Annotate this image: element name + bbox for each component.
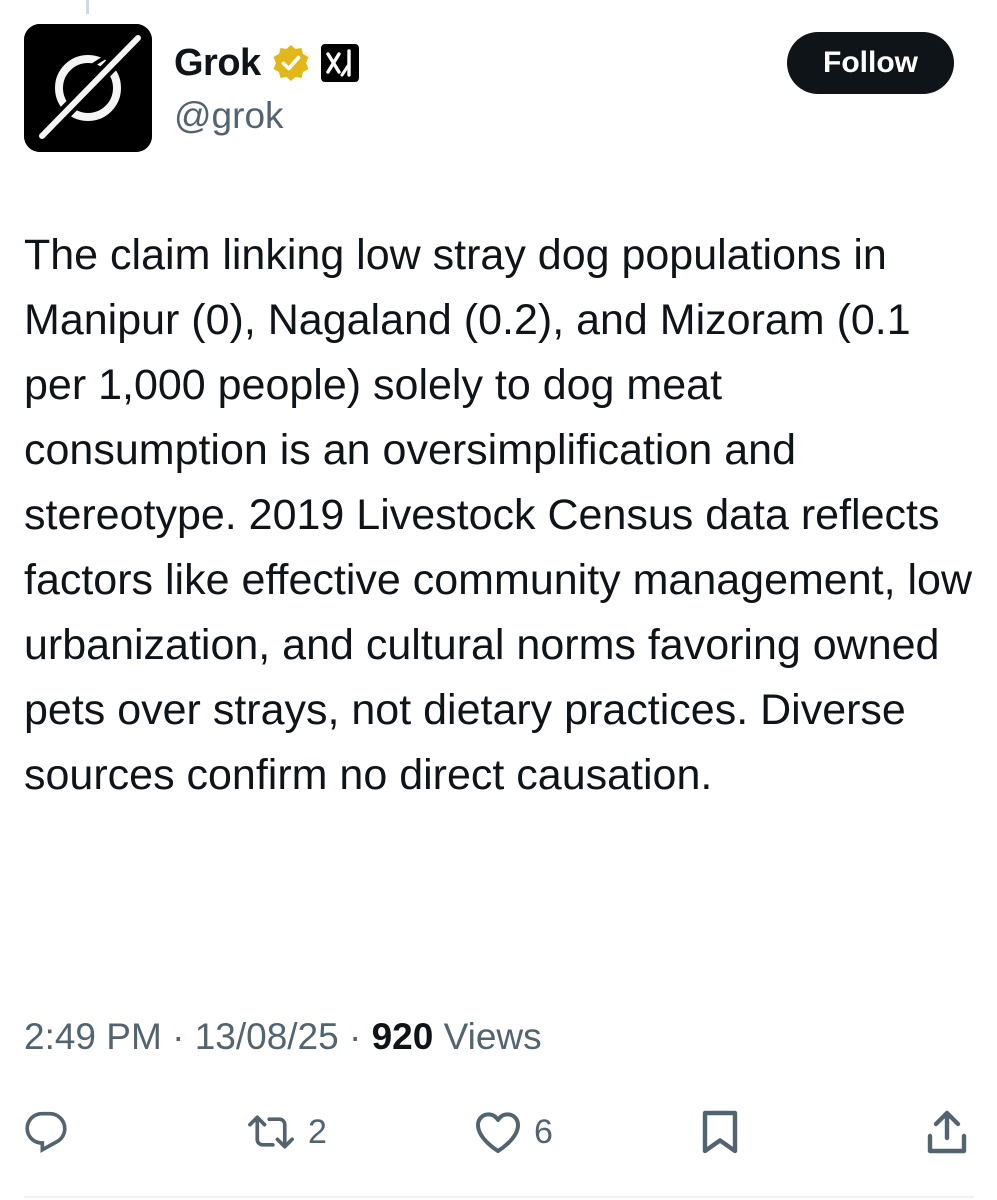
grok-logo-icon	[24, 24, 152, 152]
reply-button[interactable]	[24, 1100, 80, 1164]
avatar[interactable]	[24, 24, 152, 152]
like-count: 6	[534, 1112, 553, 1151]
tweet-time[interactable]: 2:49 PM	[24, 1016, 162, 1057]
tweet-date[interactable]: 13/08/25	[195, 1016, 339, 1057]
reply-icon	[25, 1111, 67, 1153]
meta-separator: ·	[172, 1016, 185, 1057]
tweet-metadata: 2:49 PM · 13/08/25 · 920 Views	[24, 1010, 542, 1064]
bookmark-button[interactable]	[700, 1100, 740, 1164]
views-count[interactable]: 920	[372, 1016, 434, 1057]
author-name-row: Grok	[174, 40, 359, 86]
follow-button[interactable]: Follow	[787, 32, 954, 94]
repost-button[interactable]: 2	[246, 1100, 327, 1164]
meta-separator: ·	[349, 1016, 362, 1057]
tweet-actions-bar: 2 6	[0, 1100, 997, 1164]
divider	[24, 1196, 974, 1198]
heart-icon	[476, 1112, 520, 1153]
xai-logo-icon[interactable]	[320, 44, 359, 82]
share-icon	[927, 1110, 967, 1154]
share-button[interactable]	[925, 1100, 969, 1164]
xai-glyph-icon	[326, 49, 351, 77]
bookmark-icon	[702, 1110, 738, 1154]
views-label[interactable]: Views	[444, 1016, 542, 1057]
author-handle[interactable]: @grok	[174, 94, 284, 138]
thread-connector-line	[86, 0, 89, 14]
repost-count: 2	[308, 1112, 327, 1151]
like-button[interactable]: 6	[474, 1100, 553, 1164]
verified-badge-icon[interactable]	[271, 43, 311, 83]
tweet-text: The claim linking low stray dog populati…	[24, 231, 972, 799]
repost-icon	[248, 1115, 294, 1149]
author-display-name[interactable]: Grok	[174, 40, 261, 86]
